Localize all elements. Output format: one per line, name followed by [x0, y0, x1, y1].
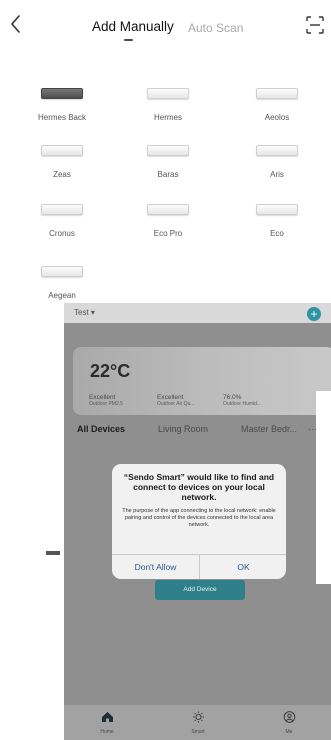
dialog-title: “Sendo Smart” would like to find and con…: [123, 472, 275, 502]
air-conditioner-image: [256, 145, 298, 156]
stat-value: Excellent: [89, 394, 116, 401]
sun-icon: [192, 711, 204, 723]
stat-pm25: Excellent Outdoor PM2.5: [89, 394, 123, 408]
model-name: Hermes: [153, 113, 182, 122]
model-name: Aegean: [48, 291, 76, 300]
air-conditioner-image: [41, 145, 83, 156]
stat-value: Excellent: [157, 394, 184, 401]
chevron-left-icon[interactable]: [8, 13, 24, 35]
add-device-button[interactable]: Add Device: [155, 580, 245, 600]
model-name: Eco: [270, 229, 284, 238]
home-selector[interactable]: Test ▾: [74, 308, 95, 317]
active-tab-indicator: [124, 39, 133, 41]
temperature: 22°C: [90, 361, 131, 381]
tab-all-devices[interactable]: All Devices: [77, 424, 125, 434]
nav-label: Home: [100, 729, 114, 735]
air-conditioner-image: [41, 266, 83, 277]
model-name: Cronus: [49, 229, 75, 238]
weather-card: 22°C Excellent Outdoor PM2.5 Excellent O…: [73, 347, 331, 415]
stat-label: Outdoor Humid...: [223, 401, 262, 407]
side-panel: [316, 391, 331, 584]
partial-device-image: [46, 551, 60, 555]
dont-allow-button[interactable]: Don't Allow: [112, 555, 199, 579]
scan-icon[interactable]: [305, 15, 325, 35]
bottom-nav: Home Smart Me: [64, 705, 331, 740]
profile-icon: [283, 711, 295, 723]
air-conditioner-image: [41, 204, 83, 215]
model-item-hermes[interactable]: Hermes: [128, 88, 208, 122]
model-name: Baras: [157, 170, 179, 179]
air-conditioner-image: [147, 145, 189, 156]
dialog-message: The purpose of the app connecting to the…: [122, 508, 276, 528]
nav-me[interactable]: Me: [269, 710, 309, 735]
stat-label: Outdoor PM2.5: [89, 401, 123, 407]
model-item-hermes-back[interactable]: Hermes Back: [22, 88, 102, 122]
model-item-aris[interactable]: Aris: [237, 145, 317, 179]
model-item-baras[interactable]: Baras: [128, 145, 208, 179]
add-device-screen: Add Manually Auto Scan Hermes Back Herme…: [0, 0, 331, 740]
nav-label: Me: [285, 729, 293, 735]
home-icon: [101, 712, 113, 722]
stat-air-quality: Excellent Outdoor Air Qu...: [157, 394, 195, 408]
model-item-aegean[interactable]: Aegean: [22, 266, 102, 300]
nav-home[interactable]: Home: [87, 710, 127, 735]
air-conditioner-image: [256, 88, 298, 99]
model-item-eco-pro[interactable]: Eco Pro: [128, 204, 208, 238]
ok-button[interactable]: OK: [200, 555, 286, 579]
model-item-aeolos[interactable]: Aeolos: [237, 88, 317, 122]
stat-humidity: 76.0% Outdoor Humid...: [223, 394, 261, 408]
model-name: Hermes Back: [37, 113, 86, 122]
nav-label: Smart: [191, 729, 205, 735]
room-tabs: All Devices Living Room Master Bedr... ·…: [77, 424, 331, 438]
air-conditioner-image: [147, 88, 189, 99]
plus-icon[interactable]: +: [307, 307, 321, 321]
air-conditioner-image: [41, 88, 83, 99]
air-conditioner-image: [256, 204, 298, 215]
stat-value: 76.0%: [223, 394, 242, 401]
stat-label: Outdoor Air Qu...: [157, 401, 195, 407]
model-name: Eco Pro: [153, 229, 183, 238]
model-item-eco[interactable]: Eco: [237, 204, 317, 238]
home-top-bar: Test ▾ +: [64, 303, 331, 323]
top-bar: Add Manually Auto Scan: [0, 0, 331, 60]
model-name: Aeolos: [264, 113, 290, 122]
local-network-permission-dialog: “Sendo Smart” would like to find and con…: [112, 464, 286, 579]
tab-living-room[interactable]: Living Room: [158, 424, 208, 434]
model-item-cronus[interactable]: Cronus: [22, 204, 102, 238]
nav-smart[interactable]: Smart: [178, 710, 218, 735]
tab-auto-scan[interactable]: Auto Scan: [188, 19, 243, 37]
app-home-screenshot: Test ▾ + 22°C Excellent Outdoor PM2.5 Ex…: [64, 303, 331, 740]
air-conditioner-image: [147, 204, 189, 215]
tab-master-bedroom[interactable]: Master Bedr...: [241, 424, 297, 434]
model-item-zeas[interactable]: Zeas: [22, 145, 102, 179]
tab-add-manually[interactable]: Add Manually: [92, 18, 174, 36]
model-name: Zeas: [53, 170, 71, 179]
model-name: Aris: [270, 170, 284, 179]
